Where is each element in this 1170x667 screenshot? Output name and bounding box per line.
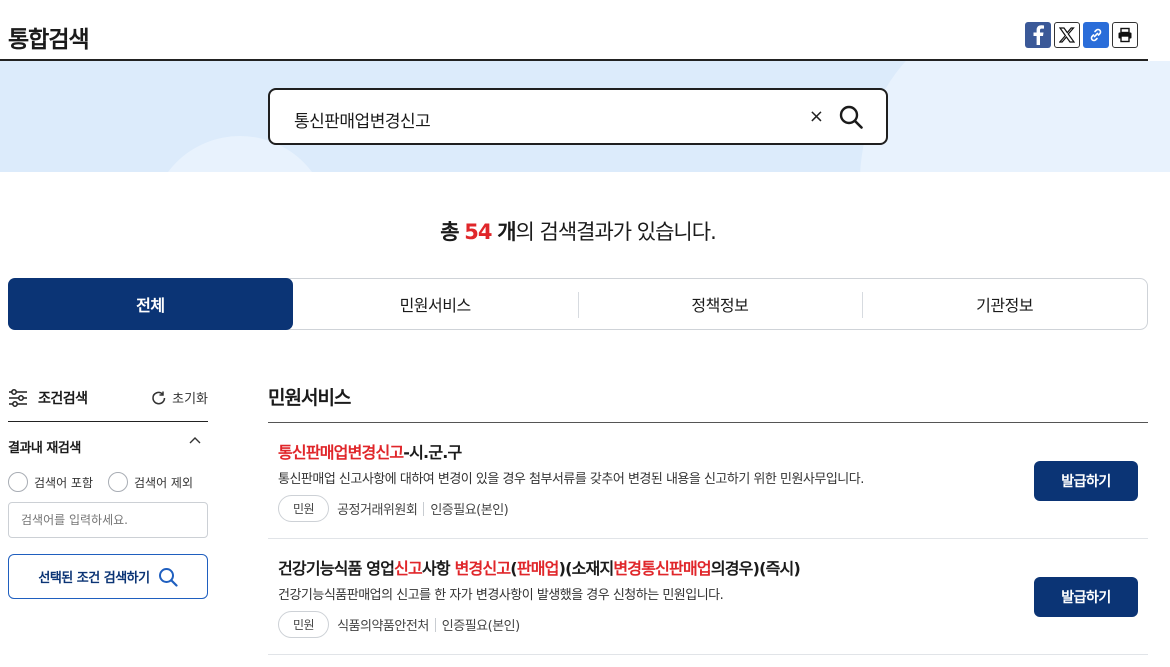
result-title[interactable]: 통신판매업변경신고-시.군.구	[278, 439, 462, 463]
issue-button[interactable]: 발급하기	[1034, 577, 1138, 617]
tab-civil-service[interactable]: 민원서비스	[293, 279, 578, 329]
title-highlight: 변경신고	[454, 559, 511, 578]
refine-search-input[interactable]	[8, 502, 208, 538]
facebook-icon[interactable]	[1025, 22, 1051, 48]
radio-exclude[interactable]: 검색어 제외	[108, 472, 193, 492]
agency-name: 식품의약품안전처	[337, 619, 429, 634]
refresh-icon	[152, 391, 166, 404]
x-icon[interactable]	[1054, 22, 1080, 48]
tab-divider	[862, 292, 864, 318]
title-highlight: 판매업	[516, 559, 560, 578]
condition-search-button[interactable]: 선택된 조건 검색하기	[8, 554, 208, 599]
meta-divider	[423, 501, 425, 516]
category-chip: 민원	[278, 495, 330, 522]
summary-suffix: 의 검색결과가 있습니다.	[515, 220, 717, 244]
chevron-up-icon[interactable]	[188, 436, 202, 446]
filter-sliders-icon	[9, 389, 27, 407]
auth-requirement: 인증필요(본인)	[430, 503, 509, 518]
title-text: 의경우)(즉시)	[710, 559, 801, 578]
radio-include[interactable]: 검색어 포함	[8, 472, 93, 492]
condition-search-label: 선택된 조건 검색하기	[38, 571, 150, 586]
print-icon[interactable]	[1112, 22, 1138, 48]
meta-divider	[434, 617, 436, 632]
radio-label: 검색어 포함	[34, 475, 94, 490]
reset-button[interactable]: 초기화	[151, 388, 208, 407]
category-chip: 민원	[278, 611, 330, 638]
decorative-circle	[860, 61, 1170, 172]
clear-icon[interactable]: ×	[809, 106, 824, 127]
result-meta: 민원 식품의약품안전처 인증필요(본인)	[278, 611, 520, 638]
auth-requirement: 인증필요(본인)	[441, 619, 520, 634]
search-input[interactable]: 통신판매업변경신고 ×	[268, 88, 888, 145]
summary-unit: 개	[497, 220, 516, 244]
result-description: 통신판매업 신고사항에 대하여 변경이 있을 경우 첨부서류를 갖추어 변경된 …	[278, 472, 864, 487]
result-description: 건강기능식품판매업의 신고를 한 자가 변경사항이 발생했을 경우 신청하는 민…	[278, 588, 724, 603]
radio-button[interactable]	[108, 472, 128, 492]
tab-label: 민원서비스	[399, 296, 472, 315]
refine-label: 결과내 재검색	[8, 441, 81, 456]
tab-label: 기관정보	[976, 296, 1034, 315]
result-title[interactable]: 건강기능식품 영업신고사항 변경신고(판매업)(소재지변경통신판매업의경우)(즉…	[278, 555, 801, 579]
page-title: 통합검색	[8, 27, 90, 53]
result-meta: 민원 공정거래위원회 인증필요(본인)	[278, 495, 509, 522]
tab-divider	[577, 292, 579, 318]
filter-title: 조건검색	[38, 391, 88, 407]
title-text: 사항	[421, 559, 455, 578]
title-highlight: 변경통신판매업	[613, 559, 711, 578]
radio-button[interactable]	[8, 472, 28, 492]
title-text: )(소재지	[558, 559, 615, 578]
title-text: 건강기능식품 영업	[278, 559, 395, 578]
summary-prefix: 총	[440, 220, 459, 244]
result-count: 54	[464, 220, 492, 244]
agency-name: 공정거래위원회	[337, 503, 418, 518]
tab-label: 정책정보	[691, 296, 749, 315]
tab-all[interactable]: 전체	[8, 278, 293, 330]
search-value: 통신판매업변경신고	[294, 112, 431, 132]
title-highlight: 신고	[394, 559, 423, 578]
radio-label: 검색어 제외	[134, 475, 194, 490]
issue-button[interactable]: 발급하기	[1034, 461, 1138, 501]
section-title: 민원서비스	[268, 387, 351, 409]
result-item: 통신판매업변경신고-시.군.구 통신판매업 신고사항에 대하여 변경이 있을 경…	[268, 423, 1148, 539]
filter-header: 조건검색 초기화	[8, 386, 208, 422]
tab-agency-info[interactable]: 기관정보	[862, 279, 1147, 329]
link-icon[interactable]	[1083, 22, 1109, 48]
title-highlight: 통신판매업변경신고	[278, 443, 404, 462]
title-text: -시.군.구	[403, 443, 462, 462]
result-tabs: 전체 민원서비스 정책정보 기관정보	[8, 278, 1148, 330]
search-icon	[158, 567, 178, 587]
result-summary: 총 54 개의 검색결과가 있습니다.	[0, 216, 1156, 246]
search-icon[interactable]	[838, 104, 864, 130]
share-toolbar	[1025, 22, 1138, 48]
reset-label: 초기화	[172, 392, 208, 407]
result-item: 건강기능식품 영업신고사항 변경신고(판매업)(소재지변경통신판매업의경우)(즉…	[268, 539, 1148, 655]
tab-policy-info[interactable]: 정책정보	[577, 279, 863, 329]
